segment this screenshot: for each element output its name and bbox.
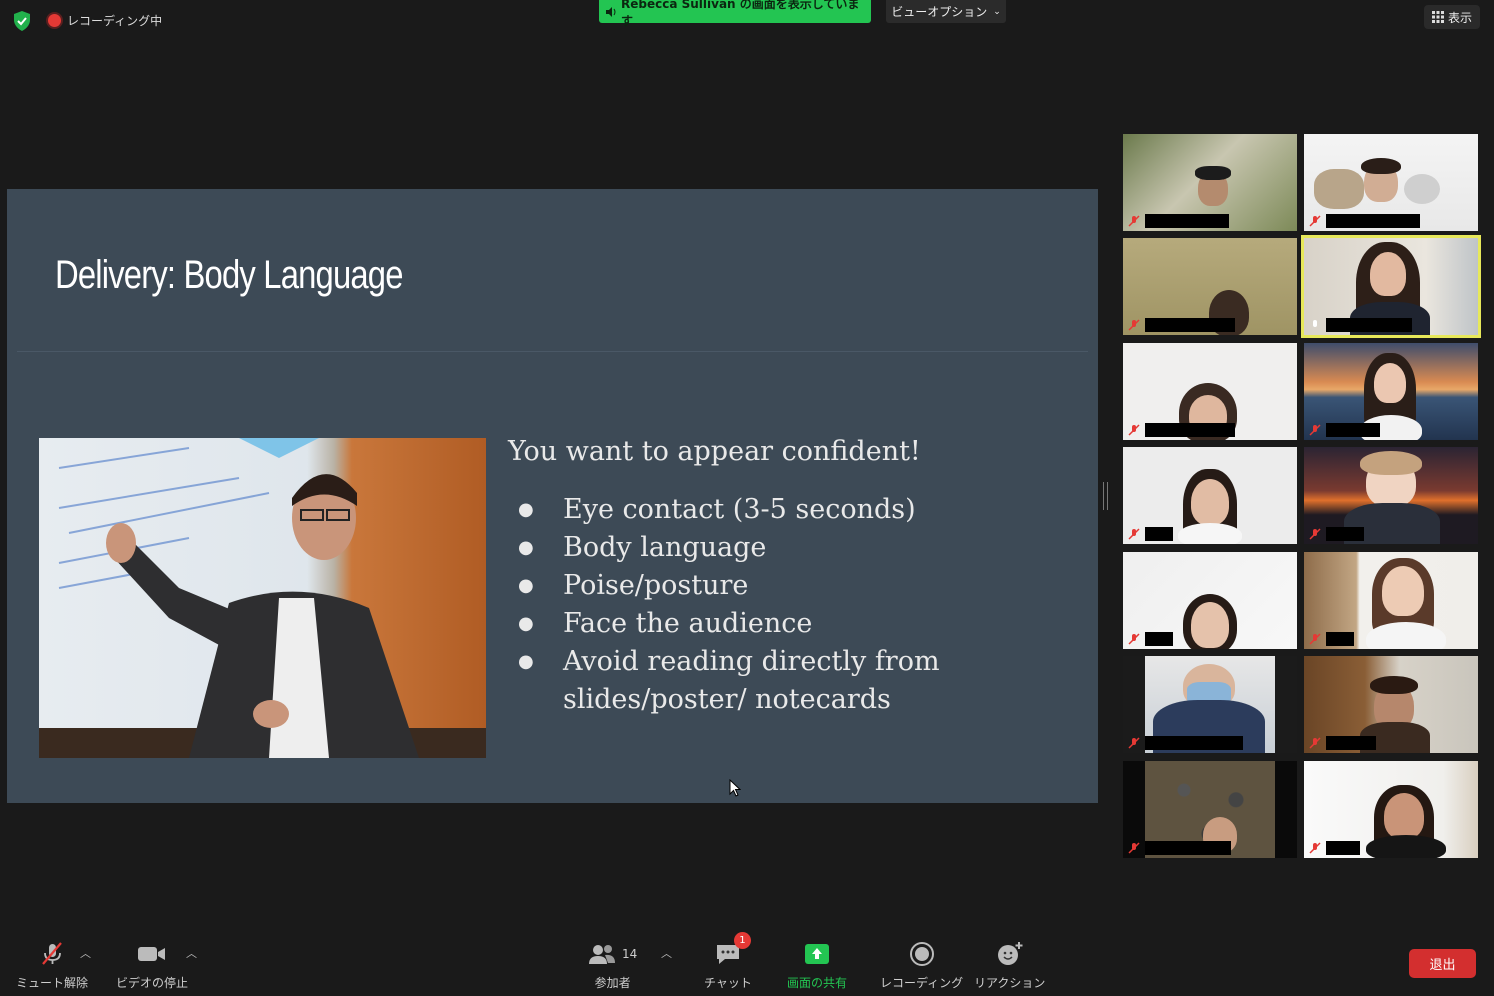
recording-label: レコーディング中	[67, 14, 163, 28]
record-dot-icon	[48, 14, 61, 27]
participants-icon	[589, 945, 615, 964]
slide-heading: You want to appear confident!	[508, 436, 921, 467]
screen-share-banner: Rebecca Sullivan の画面を表示しています	[599, 0, 871, 28]
participant-video-tile[interactable]	[1123, 552, 1297, 649]
participant-video-tile[interactable]	[1304, 761, 1478, 858]
chevron-down-icon: ⌄	[993, 6, 1001, 17]
participant-video-tile[interactable]	[1123, 447, 1297, 544]
unmute-button[interactable]: ミュート解除	[16, 940, 88, 991]
participants-label: 参加者	[594, 976, 631, 990]
muted-mic-icon	[1309, 528, 1321, 540]
list-item: ● Poise/posture	[518, 567, 963, 605]
list-item: ● Face the audience	[518, 605, 963, 643]
participant-video-tile[interactable]	[1123, 761, 1297, 858]
name-label-redacted	[1326, 841, 1360, 855]
chat-label: チャット	[704, 976, 752, 990]
video-options-chevron-up-icon[interactable]: ︿	[186, 945, 197, 961]
muted-mic-icon	[1128, 633, 1140, 645]
panel-resize-handle[interactable]	[1103, 482, 1108, 510]
name-label-redacted	[1145, 632, 1173, 646]
bullet-icon: ●	[518, 575, 534, 596]
muted-mic-icon	[1128, 424, 1140, 436]
share-screen-label: 画面の共有	[787, 976, 848, 990]
bullet-icon: ●	[518, 537, 534, 558]
participant-video-tile[interactable]	[1123, 134, 1297, 231]
name-label-redacted	[1145, 318, 1235, 332]
muted-mic-icon	[1128, 528, 1140, 540]
bullet-icon: ●	[518, 651, 534, 672]
gallery-display-button[interactable]: 表示	[1424, 5, 1480, 29]
list-item: ● Body language	[518, 529, 963, 567]
bullet-icon: ●	[518, 613, 534, 634]
shared-slide: Delivery: Body Language You want to appe…	[7, 189, 1098, 803]
name-label-redacted	[1145, 736, 1243, 750]
participant-video-tile[interactable]	[1304, 134, 1478, 231]
share-screen-button[interactable]: 画面の共有	[787, 940, 847, 991]
view-options-label: ビューオプション	[891, 5, 988, 19]
participant-video-tile[interactable]	[1123, 238, 1297, 335]
participants-button[interactable]: 14 参加者	[588, 940, 637, 991]
name-label-redacted	[1326, 318, 1412, 332]
slide-bullet-list: ● Eye contact (3-5 seconds) ● Body languag…	[518, 491, 963, 719]
muted-mic-icon	[1313, 320, 1317, 327]
stop-video-label: ビデオの停止	[116, 976, 189, 990]
muted-mic-icon	[1128, 215, 1140, 227]
muted-microphone-icon	[42, 942, 62, 965]
name-label-redacted	[1326, 214, 1420, 228]
participants-chevron-up-icon[interactable]: ︿	[661, 945, 672, 961]
muted-mic-icon	[1128, 842, 1140, 854]
slide-divider	[17, 351, 1088, 352]
participant-video-tile[interactable]	[1304, 447, 1478, 544]
list-item: ● Avoid reading directly from slides/post…	[518, 643, 963, 719]
muted-mic-icon	[1309, 424, 1321, 436]
share-banner-text: Rebecca Sullivan の画面を表示しています	[620, 0, 860, 28]
slide-title: Delivery: Body Language	[55, 253, 403, 297]
name-label-redacted	[1326, 423, 1380, 437]
participant-video-tile[interactable]	[1123, 343, 1297, 440]
name-label-redacted	[1326, 632, 1354, 646]
muted-mic-icon	[1309, 633, 1321, 645]
security-shield-icon[interactable]	[12, 10, 32, 32]
smiley-plus-icon	[997, 942, 1023, 965]
name-label-redacted	[1145, 841, 1231, 855]
muted-mic-icon	[1309, 842, 1321, 854]
display-label: 表示	[1447, 10, 1472, 25]
speaker-icon	[605, 6, 616, 17]
chat-button[interactable]: 1 チャット	[704, 932, 752, 991]
audio-options-chevron-up-icon[interactable]: ︿	[80, 945, 91, 961]
recording-button[interactable]: レコーディング	[880, 940, 963, 991]
chat-unread-badge: 1	[733, 932, 751, 949]
name-label-redacted	[1145, 214, 1229, 228]
participants-count: 14	[622, 947, 638, 961]
participant-video-tile[interactable]	[1304, 343, 1478, 440]
view-options-button[interactable]: ビューオプション ⌄	[886, 0, 1006, 23]
unmute-label: ミュート解除	[16, 976, 89, 990]
recording-button-label: レコーディング	[880, 976, 964, 990]
muted-mic-icon	[1128, 737, 1140, 749]
bullet-icon: ●	[518, 499, 534, 520]
name-label-redacted	[1326, 736, 1376, 750]
leave-meeting-button[interactable]: 退出	[1409, 949, 1476, 978]
presenter-photo	[39, 438, 486, 758]
participant-video-tile[interactable]	[1304, 656, 1478, 753]
muted-mic-icon	[1309, 215, 1321, 227]
share-screen-arrow-icon	[805, 944, 829, 964]
participant-video-tile[interactable]	[1123, 656, 1297, 753]
recording-indicator[interactable]: レコーディング中	[48, 12, 162, 29]
name-label-redacted	[1145, 527, 1173, 541]
muted-mic-icon	[1128, 319, 1140, 331]
mouse-cursor-icon	[729, 779, 741, 797]
stop-video-button[interactable]: ビデオの停止	[116, 940, 188, 991]
reactions-button[interactable]: リアクション	[974, 940, 1045, 991]
participant-video-tile[interactable]	[1304, 552, 1478, 649]
active-speaker-video-tile[interactable]	[1301, 235, 1481, 338]
name-label-redacted	[1145, 423, 1235, 437]
muted-mic-icon	[1309, 737, 1321, 749]
list-item: ● Eye contact (3-5 seconds)	[518, 491, 963, 529]
grid-icon	[1431, 11, 1444, 23]
reactions-label: リアクション	[974, 976, 1046, 990]
video-camera-icon	[138, 947, 165, 961]
record-icon	[909, 942, 934, 966]
name-label-redacted	[1326, 527, 1364, 541]
